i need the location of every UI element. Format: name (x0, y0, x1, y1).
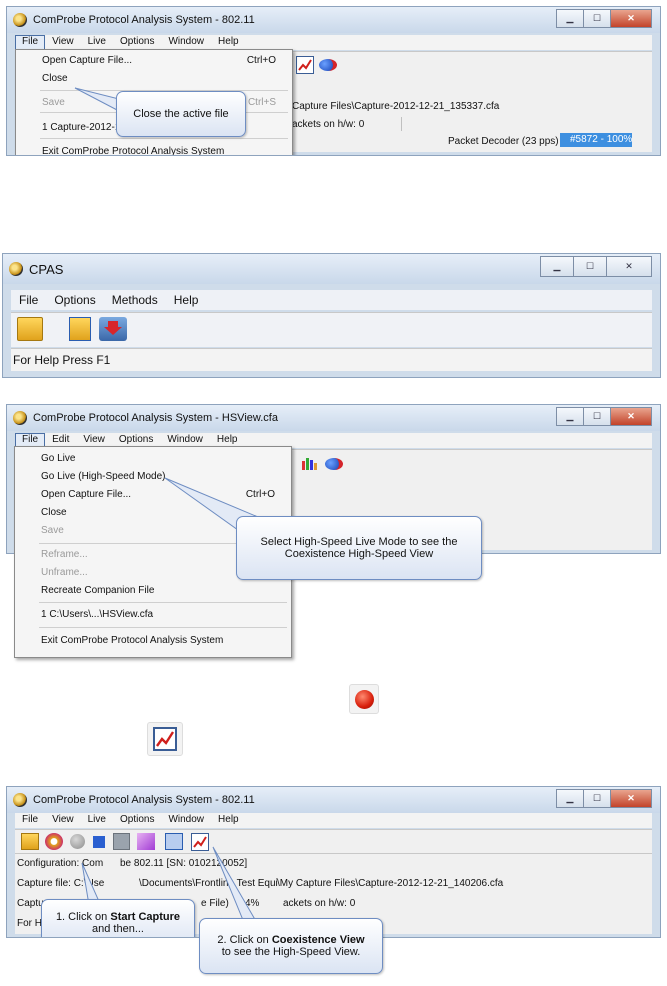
menu-help[interactable]: Help (166, 290, 207, 310)
window-title: ComProbe Protocol Analysis System - HSVi… (33, 412, 278, 424)
menu-item-unframe[interactable]: Unframe... (41, 567, 88, 578)
status-text: For Help Press F1 (13, 353, 111, 367)
status-bar: For Help Press F1 (11, 348, 652, 371)
open-folder-icon[interactable] (17, 317, 43, 341)
menu-item-open-capture-file[interactable]: Open Capture File... (41, 489, 131, 500)
menu-item-go-live[interactable]: Go Live (41, 453, 75, 464)
screenshot-cpas: CPAS ▁ ☐ ✕ File Options Methods Help For… (2, 253, 661, 378)
menu-item-save[interactable]: Save (41, 525, 64, 536)
pie-chart-icon[interactable] (325, 458, 343, 470)
minimize-button[interactable]: ▁ (540, 256, 573, 277)
screenshot-start-capture: ComProbe Protocol Analysis System - 802.… (6, 786, 661, 938)
close-window-button[interactable]: ✕ (606, 256, 652, 277)
close-window-button[interactable]: ✕ (610, 407, 652, 426)
callout-start-capture: 1. Click on Start Capture and then... (41, 899, 195, 937)
window-title: CPAS (29, 262, 64, 277)
maximize-button[interactable]: ☐ (583, 407, 610, 426)
menu-item-recreate-companion-file[interactable]: Recreate Companion File (41, 585, 154, 596)
menu-options[interactable]: Options (46, 290, 103, 310)
menu-methods[interactable]: Methods (104, 290, 166, 310)
callout-coexistence-view: 2. Click on Coexistence View to see the … (199, 918, 383, 974)
app-logo-icon (13, 411, 27, 425)
callout-pointer (74, 87, 120, 112)
menu-bar: File Options Methods Help (11, 290, 652, 310)
app-logo-icon (9, 262, 23, 276)
menu-file[interactable]: File (11, 290, 46, 310)
menu-item-reframe[interactable]: Reframe... (41, 549, 88, 560)
bar-chart-icon[interactable] (301, 456, 319, 470)
menu-item-exit[interactable]: Exit ComProbe Protocol Analysis System (41, 635, 223, 646)
download-tray-icon[interactable] (99, 317, 127, 341)
minimize-button[interactable]: ▁ (556, 407, 583, 426)
menu-item-recent-file[interactable]: 1 C:\Users\...\HSView.cfa (41, 609, 153, 620)
menu-item-go-live-high-speed[interactable]: Go Live (High-Speed Mode) (41, 471, 166, 482)
maximize-button[interactable]: ☐ (573, 256, 606, 277)
callout-close-active-file: Close the active file (116, 91, 246, 137)
title-bar: ComProbe Protocol Analysis System - HSVi… (7, 405, 660, 431)
toolbar (11, 312, 652, 347)
coexistence-view-icon (147, 722, 183, 756)
settings-wrench-icon[interactable] (69, 317, 91, 341)
menu-item-close[interactable]: Close (41, 507, 67, 518)
callout-select-high-speed: Select High-Speed Live Mode to see the C… (236, 516, 482, 580)
start-capture-icon (349, 684, 379, 714)
screenshot-close-file: ComProbe Protocol Analysis System - 802.… (6, 6, 661, 156)
title-bar: CPAS ▁ ☐ ✕ (3, 254, 660, 284)
